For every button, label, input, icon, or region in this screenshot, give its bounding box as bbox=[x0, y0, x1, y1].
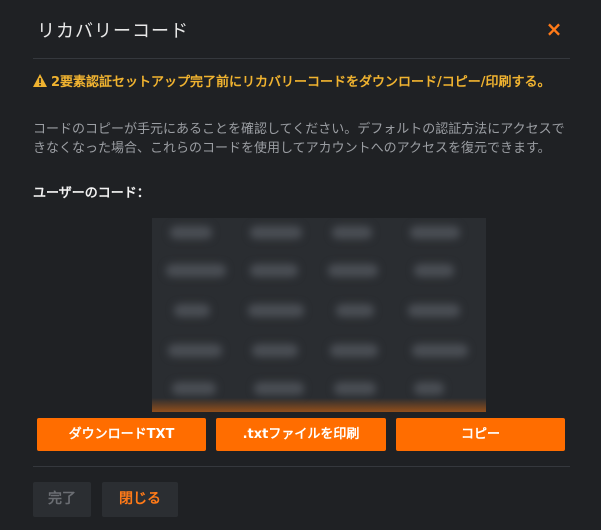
copy-button[interactable]: コピー bbox=[396, 418, 565, 451]
blurred-code bbox=[248, 304, 304, 317]
blurred-code bbox=[414, 382, 444, 395]
close-icon[interactable]: × bbox=[544, 18, 564, 40]
warning-icon bbox=[33, 74, 47, 87]
codes-label: ユーザーのコード： bbox=[33, 186, 150, 201]
footer-divider bbox=[33, 466, 570, 467]
blurred-code bbox=[408, 304, 460, 317]
header-divider bbox=[33, 58, 570, 59]
blurred-code bbox=[250, 226, 302, 239]
blurred-code bbox=[328, 264, 378, 277]
done-button[interactable]: 完了 bbox=[33, 482, 91, 517]
blurred-code bbox=[332, 226, 372, 239]
blurred-code bbox=[172, 382, 216, 395]
recovery-codes-box bbox=[152, 218, 486, 412]
dialog-title: リカバリーコード bbox=[37, 21, 189, 42]
blurred-code bbox=[174, 304, 210, 317]
warning-text: 2要素認証セットアップ完了前にリカバリーコードをダウンロード/コピー/印刷する。 bbox=[51, 75, 551, 90]
blurred-code bbox=[170, 226, 212, 239]
blurred-code bbox=[410, 226, 460, 239]
print-txt-button[interactable]: .txtファイルを印刷 bbox=[216, 418, 386, 451]
dialog-header: リカバリーコード × bbox=[0, 0, 601, 58]
blurred-code bbox=[254, 382, 304, 395]
blurred-code bbox=[250, 264, 298, 277]
codes-bottom-glow bbox=[152, 398, 486, 412]
blurred-code bbox=[336, 304, 374, 317]
blurred-code bbox=[414, 264, 454, 277]
recovery-codes-dialog: リカバリーコード × 2要素認証セットアップ完了前にリカバリーコードをダウンロー… bbox=[0, 0, 601, 530]
blurred-code bbox=[334, 382, 376, 395]
blurred-code bbox=[166, 264, 226, 277]
download-txt-button[interactable]: ダウンロードTXT bbox=[37, 418, 206, 451]
blurred-code bbox=[168, 344, 222, 357]
blurred-code bbox=[330, 344, 378, 357]
description-text: コードのコピーが手元にあることを確認してください。デフォルトの認証方法にアクセス… bbox=[33, 122, 565, 156]
blurred-code bbox=[412, 344, 468, 357]
close-button[interactable]: 閉じる bbox=[102, 482, 178, 517]
blurred-code bbox=[252, 344, 298, 357]
warning-message: 2要素認証セットアップ完了前にリカバリーコードをダウンロード/コピー/印刷する。 bbox=[33, 73, 563, 93]
